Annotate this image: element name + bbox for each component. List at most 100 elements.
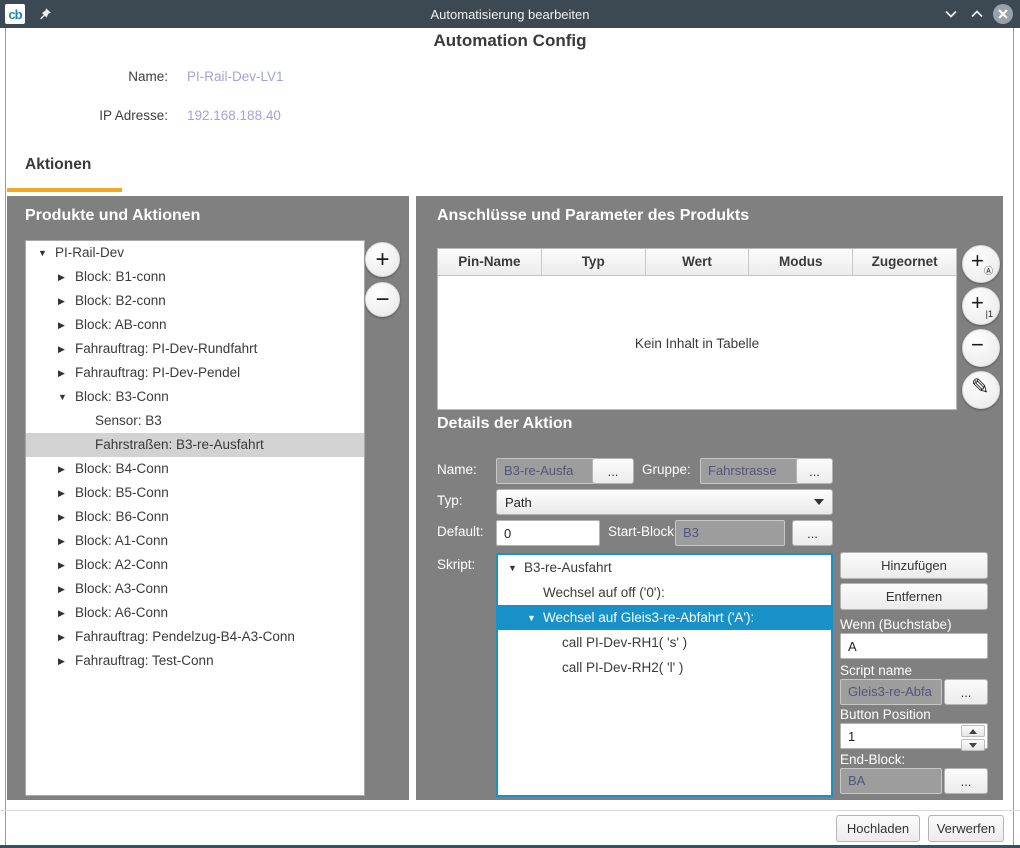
action-badge-icon: Ⓐ	[984, 264, 993, 277]
minus-icon: −	[375, 288, 389, 312]
pins-table-column-header[interactable]: Pin-Name	[438, 249, 542, 275]
default-input[interactable]	[496, 520, 600, 546]
default-label: Default:	[437, 524, 484, 539]
pins-table-column-header[interactable]: Typ	[542, 249, 646, 275]
tree-item[interactable]: ▶Block: B2-conn	[26, 289, 364, 313]
window-left-border	[5, 28, 6, 845]
name-browse-button[interactable]: ...	[592, 458, 634, 484]
tree-item[interactable]: ▶Block: B5-Conn	[26, 481, 364, 505]
typ-selected-value: Path	[505, 495, 532, 510]
tree-item[interactable]: ▶Fahrauftrag: PI-Dev-Rundfahrt	[26, 337, 364, 361]
scriptname-browse-button[interactable]: ...	[944, 679, 988, 705]
tree-item[interactable]: ▶Block: A3-Conn	[26, 577, 364, 601]
script-item-label: Wechsel auf Gleis3-re-Abfahrt ('A'):	[543, 610, 754, 625]
product-tree: ▼PI-Rail-Dev ▶Block: B1-conn ▶Block: B2-…	[25, 240, 365, 796]
tree-item-label: Block: B3-Conn	[75, 389, 169, 404]
pins-panel: Anschlüsse und Parameter des Produkts Pi…	[416, 196, 1003, 800]
tree-add-button[interactable]: +	[365, 242, 400, 277]
script-expand-icon[interactable]: ▼	[527, 606, 543, 631]
remove-button[interactable]: −	[962, 329, 1000, 367]
script-item[interactable]: ▼Wechsel auf Gleis3-re-Abfahrt ('A'):	[498, 605, 831, 630]
tree-item[interactable]: ▶Block: B6-Conn	[26, 505, 364, 529]
typ-dropdown[interactable]: Path	[496, 489, 833, 515]
add-number-button[interactable]: +|1	[962, 287, 1000, 325]
discard-button[interactable]: Verwerfen	[928, 815, 1004, 842]
script-item[interactable]: ▼B3-re-Ausfahrt	[498, 555, 831, 580]
script-expand-icon[interactable]: ▼	[508, 556, 524, 581]
pins-table: Pin-NameTypWertModusZugeornet Kein Inhal…	[437, 248, 957, 410]
action-glyph-icon: −	[971, 332, 984, 358]
script-remove-button[interactable]: Entfernen	[840, 583, 988, 610]
script-item[interactable]: call PI-Dev-RH2( 'l' )	[498, 655, 831, 680]
tree-expand-icon[interactable]: ▶	[58, 481, 75, 505]
tree-item-label: Block: B5-Conn	[75, 485, 169, 500]
tree-item[interactable]: ▶Fahrauftrag: Pendelzug-B4-A3-Conn	[26, 625, 364, 649]
tree-item[interactable]: ▶Fahrauftrag: Test-Conn	[26, 649, 364, 673]
add-letter-button[interactable]: +Ⓐ	[962, 245, 1000, 283]
tree-item-label: Block: A3-Conn	[75, 581, 168, 596]
name-value: PI-Rail-Dev-LV1	[187, 69, 284, 84]
upload-button[interactable]: Hochladen	[836, 815, 920, 842]
tree-remove-button[interactable]: −	[365, 282, 400, 317]
name-label: Name:	[40, 69, 168, 84]
wenn-input[interactable]	[840, 633, 988, 659]
close-icon[interactable]	[991, 0, 1015, 28]
endblock-browse-button[interactable]: ...	[944, 768, 988, 794]
tree-expand-icon[interactable]: ▶	[58, 457, 75, 481]
startblock-browse-button[interactable]: ...	[792, 520, 833, 546]
tree-expand-icon[interactable]: ▶	[58, 361, 75, 385]
tree-item[interactable]: ▶Block: B1-conn	[26, 265, 364, 289]
spin-up-icon[interactable]	[961, 725, 985, 737]
tree-expand-icon[interactable]: ▶	[58, 265, 75, 289]
tree-expand-icon[interactable]: ▶	[58, 649, 75, 673]
pins-table-column-header[interactable]: Zugeornet	[853, 249, 956, 275]
tree-expand-icon[interactable]: ▶	[58, 289, 75, 313]
skript-label: Skript:	[437, 557, 475, 572]
script-add-button[interactable]: Hinzufügen	[840, 552, 988, 579]
tree-item-label: Block: B2-conn	[75, 293, 166, 308]
spin-down-icon[interactable]	[961, 739, 985, 751]
gruppe-browse-button[interactable]: ...	[796, 458, 833, 484]
edit-button[interactable]: ✎	[962, 371, 1000, 409]
tree-item[interactable]: ▶Block: AB-conn	[26, 313, 364, 337]
tree-item[interactable]: ▼PI-Rail-Dev	[26, 241, 364, 265]
tree-item[interactable]: ▶Block: A2-Conn	[26, 553, 364, 577]
tree-item[interactable]: Sensor: B3	[26, 409, 364, 433]
script-item[interactable]: Wechsel auf off ('0'):	[498, 580, 831, 605]
tree-item[interactable]: ▶Block: B4-Conn	[26, 457, 364, 481]
tree-item-label: PI-Rail-Dev	[55, 245, 124, 260]
tree-item-label: Fahrauftrag: PI-Dev-Pendel	[75, 365, 240, 380]
pushpin-icon[interactable]	[34, 0, 56, 28]
chevron-down-icon[interactable]	[940, 0, 962, 28]
chevron-up-icon[interactable]	[966, 0, 988, 28]
tree-expand-icon[interactable]: ▶	[58, 313, 75, 337]
pins-table-column-header[interactable]: Modus	[749, 249, 853, 275]
tree-expand-icon[interactable]: ▼	[58, 385, 75, 409]
tree-item-label: Block: B4-Conn	[75, 461, 169, 476]
tree-expand-icon[interactable]: ▶	[58, 577, 75, 601]
tree-item-label: Block: A6-Conn	[75, 605, 168, 620]
script-item-label: B3-re-Ausfahrt	[524, 560, 612, 575]
tree-item[interactable]: ▶Fahrauftrag: PI-Dev-Pendel	[26, 361, 364, 385]
script-item[interactable]: call PI-Dev-RH1( 's' )	[498, 630, 831, 655]
app-icon: cb	[5, 4, 25, 24]
tree-item[interactable]: ▶Block: A1-Conn	[26, 529, 364, 553]
tree-item-label: Block: AB-conn	[75, 317, 167, 332]
tree-item[interactable]: ▼Block: B3-Conn	[26, 385, 364, 409]
script-item-label: call PI-Dev-RH1( 's' )	[562, 635, 687, 650]
tree-expand-icon[interactable]: ▼	[38, 241, 55, 265]
products-panel: Produkte und Aktionen ▼PI-Rail-Dev ▶Bloc…	[7, 196, 409, 800]
details-title: Details der Aktion	[437, 415, 572, 433]
tree-expand-icon[interactable]: ▶	[58, 505, 75, 529]
tree-item[interactable]: ▶Block: A6-Conn	[26, 601, 364, 625]
tree-expand-icon[interactable]: ▶	[58, 529, 75, 553]
tree-expand-icon[interactable]: ▶	[58, 337, 75, 361]
tree-expand-icon[interactable]: ▶	[58, 553, 75, 577]
tree-expand-icon[interactable]: ▶	[58, 625, 75, 649]
tree-item[interactable]: Fahrstraßen: B3-re-Ausfahrt	[26, 433, 364, 457]
tab-aktionen[interactable]: Aktionen	[25, 156, 91, 174]
tree-expand-icon[interactable]: ▶	[58, 601, 75, 625]
pins-table-column-header[interactable]: Wert	[646, 249, 750, 275]
script-item-label: Wechsel auf off ('0'):	[543, 585, 665, 600]
endblock-field: BA	[840, 768, 942, 794]
